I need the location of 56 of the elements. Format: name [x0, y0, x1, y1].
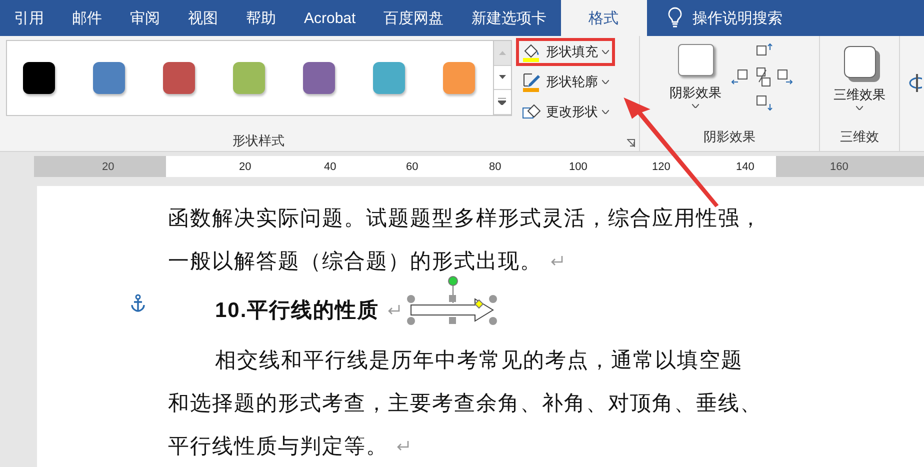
- caret-icon: [692, 104, 699, 108]
- paragraph-text: 函数解决实际问题。试题题型多样形式灵活，综合应用性强，: [168, 206, 762, 232]
- ruler-number: 60: [406, 160, 418, 172]
- tell-me-search[interactable]: 操作说明搜索: [692, 8, 783, 28]
- expand-icon: [498, 98, 506, 106]
- anchor-icon: [130, 294, 146, 312]
- paragraph-text: 一般以解答题（综合题）的形式出现。: [168, 248, 542, 274]
- paragraph-text: 相交线和平行线是历年中考常见的考点，通常以填空题: [214, 348, 743, 374]
- caret-icon: [856, 106, 863, 110]
- shape-style-swatch[interactable]: [22, 62, 54, 94]
- ruler-number: 20: [239, 160, 252, 172]
- shape-style-swatch[interactable]: [302, 62, 334, 94]
- dialog-launcher-icon[interactable]: [627, 139, 635, 147]
- ruler-number: 100: [569, 160, 588, 172]
- ribbon-tab[interactable]: 视图: [174, 0, 232, 36]
- ribbon-tab[interactable]: 新建选项卡: [458, 0, 561, 36]
- shape-command-button[interactable]: 更改形状: [516, 98, 615, 126]
- shape-style-swatch[interactable]: [162, 62, 194, 94]
- ruler-number: 20: [102, 160, 114, 172]
- up-arrow-icon: [498, 50, 506, 55]
- shadow-effects-button[interactable]: 阴影效果: [666, 42, 726, 110]
- shape-style-swatch[interactable]: [92, 62, 124, 94]
- paragraph-text: 和选择题的形式考查，主要考查余角、补角、对顶角、垂线、: [168, 390, 762, 416]
- shadow-box-icon: [678, 44, 714, 76]
- ribbon-tab[interactable]: 帮助: [232, 0, 290, 36]
- ribbon-tab[interactable]: 引用: [0, 0, 58, 36]
- paragraph-text: 10.平行线的性质: [214, 298, 380, 324]
- ribbon-tab[interactable]: 邮件: [58, 0, 116, 36]
- horizontal-ruler[interactable]: 20 20 40 60 80 100 120 140 160: [34, 156, 924, 177]
- ribbon-tab[interactable]: 审阅: [116, 0, 174, 36]
- ruler-number: 120: [652, 160, 670, 172]
- group-label: 三维效: [840, 128, 879, 146]
- paint-bucket-icon: [522, 42, 542, 62]
- shape-command-button[interactable]: 形状填充: [516, 38, 615, 66]
- group-label: 形状样式: [232, 132, 284, 150]
- shape-style-swatch[interactable]: [442, 62, 474, 94]
- ruler-number: 140: [736, 160, 754, 172]
- caret-icon: [602, 50, 609, 54]
- shape-command-button[interactable]: 形状轮廓: [516, 68, 615, 96]
- 3d-effects-button[interactable]: 三维效果: [830, 42, 890, 112]
- paragraph-text: 平行线性质与判定等。: [168, 434, 388, 460]
- ruler-number: 40: [324, 160, 336, 172]
- lightbulb-icon: [666, 7, 683, 29]
- ribbon-tab[interactable]: Acrobat: [290, 0, 370, 36]
- shape-style-swatch[interactable]: [232, 62, 264, 94]
- shape-style-swatch[interactable]: [372, 62, 404, 94]
- tilt-icon[interactable]: [908, 72, 922, 94]
- group-label: 阴影效果: [704, 128, 756, 146]
- ruler-number: 160: [830, 160, 848, 172]
- pencil-icon: [522, 72, 542, 92]
- down-arrow-icon: [498, 75, 506, 80]
- ruler-number: 80: [489, 160, 502, 172]
- caret-icon: [602, 80, 609, 84]
- caret-icon: [602, 110, 609, 114]
- ribbon-tab[interactable]: 格式: [560, 0, 647, 36]
- ribbon-tab[interactable]: 百度网盘: [370, 0, 458, 36]
